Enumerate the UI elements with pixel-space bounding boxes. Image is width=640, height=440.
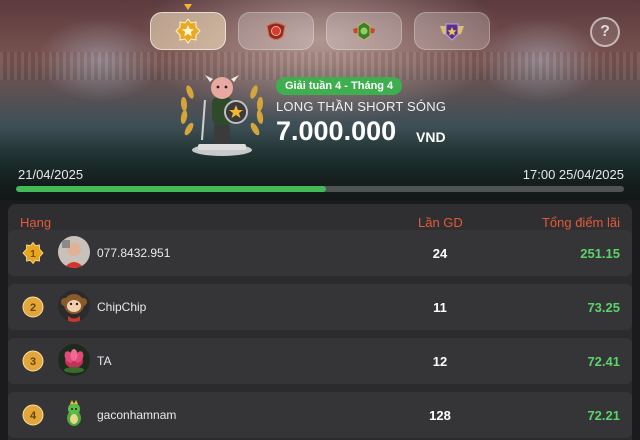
username: ChipChip xyxy=(97,300,147,314)
leaderboard-row[interactable]: 1 077.8432.951 24 251.15 xyxy=(8,230,632,276)
tournament-period-badge: Giải tuần 4 - Tháng 4 xyxy=(276,77,403,95)
help-icon: ? xyxy=(600,23,610,40)
total-points: 72.41 xyxy=(587,354,620,369)
leaderboard-row[interactable]: 2 ChipChip 11 73.25 xyxy=(8,284,632,330)
avatar xyxy=(58,344,90,376)
header-trades: Lần GD xyxy=(418,215,463,230)
avatar xyxy=(58,290,90,322)
start-date: 21/04/2025 xyxy=(18,167,84,182)
svg-text:1: 1 xyxy=(30,249,36,260)
leaderboard-screen: ? Giải tuần 4 - Tháng 4 LONG THẦN SHORT … xyxy=(0,0,640,440)
leaderboard-row[interactable]: 3 TA 12 72.41 xyxy=(8,338,632,384)
svg-text:2: 2 xyxy=(30,302,36,314)
username: 077.8432.951 xyxy=(97,246,171,260)
trade-count: 12 xyxy=(432,354,448,369)
header-rank: Hạng xyxy=(20,215,52,230)
total-points: 72.21 xyxy=(587,408,620,423)
red-shield-medal-icon xyxy=(266,22,286,41)
active-tab-indicator xyxy=(184,4,192,10)
prize-amount: 7.000.000 xyxy=(276,116,397,146)
total-points: 251.15 xyxy=(580,246,620,261)
username: gaconhamnam xyxy=(97,408,177,422)
progress-fill xyxy=(16,186,327,192)
svg-text:4: 4 xyxy=(30,410,37,422)
avatar xyxy=(58,236,90,268)
svg-text:3: 3 xyxy=(30,356,36,368)
tab-red-medal[interactable] xyxy=(238,12,314,50)
header-points: Tổng điểm lãi xyxy=(541,215,620,230)
tab-gold-medal[interactable] xyxy=(150,4,226,50)
rank-3-medal-icon: 3 xyxy=(22,350,44,372)
rank-2-medal-icon: 2 xyxy=(22,296,44,318)
tournament-banner: ? Giải tuần 4 - Tháng 4 LONG THẦN SHORT … xyxy=(0,0,640,200)
rank-4-medal-icon: 4 xyxy=(22,404,44,426)
total-points: 73.25 xyxy=(587,300,620,315)
purple-winged-medal-icon xyxy=(440,23,464,41)
end-date: 17:00 25/04/2025 xyxy=(522,167,624,182)
help-button[interactable]: ? xyxy=(590,17,620,47)
tab-purple-medal[interactable] xyxy=(414,12,490,50)
mascot-trophy-image xyxy=(180,75,264,156)
leaderboard-table: Hạng Lần GD Tổng điểm lãi 1 077.8432.951… xyxy=(8,204,632,440)
green-winged-medal-icon xyxy=(353,21,375,41)
prize-currency: VND xyxy=(416,129,446,145)
username: TA xyxy=(97,354,112,368)
tab-green-medal[interactable] xyxy=(326,12,402,50)
rank-1-medal-icon: 1 xyxy=(22,242,44,264)
tournament-tabs xyxy=(150,4,490,50)
trade-count: 11 xyxy=(433,300,447,315)
leaderboard-row[interactable]: 4 gaconhamnam 128 72.21 xyxy=(8,392,632,438)
tournament-title: LONG THẦN SHORT SÓNG xyxy=(276,99,447,114)
tournament-progress-bar xyxy=(16,186,624,192)
avatar xyxy=(58,398,90,430)
trade-count: 24 xyxy=(432,246,448,261)
gold-star-medal-icon xyxy=(175,18,201,44)
trade-count: 128 xyxy=(429,408,451,423)
